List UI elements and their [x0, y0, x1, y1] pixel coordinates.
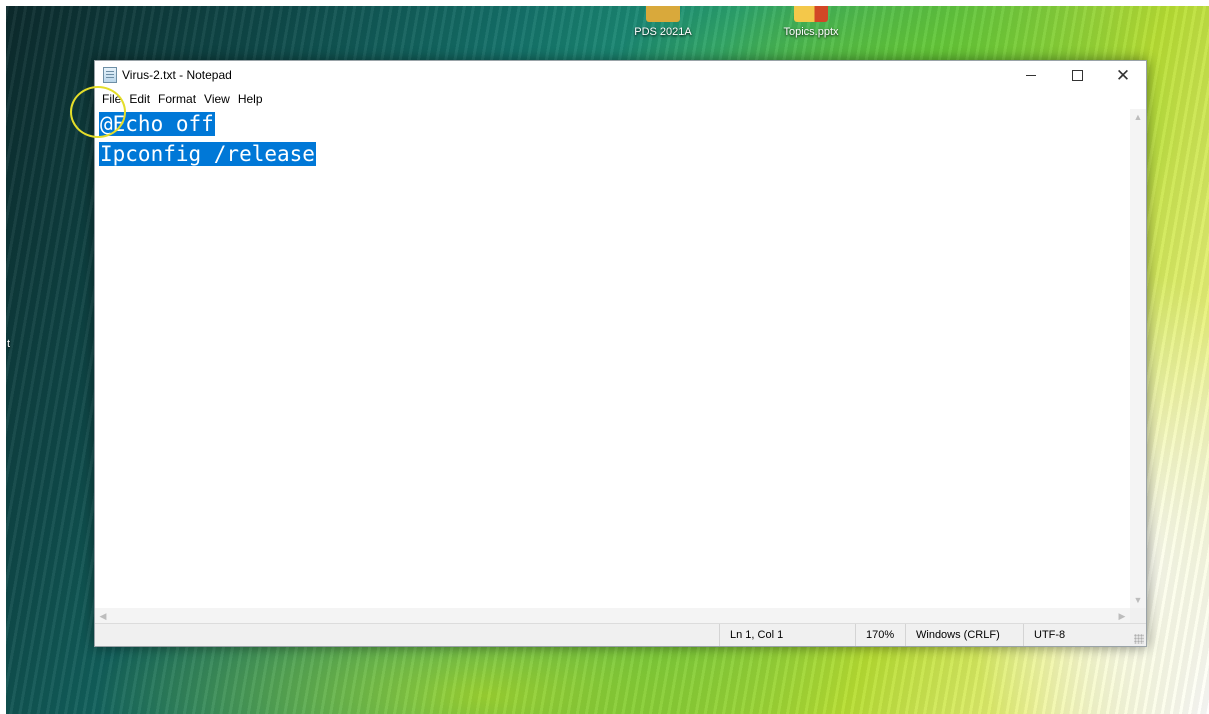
editor-line: Ipconfig /release [95, 139, 1130, 169]
editor-line: @Echo off [95, 109, 1130, 139]
desktop-icon-pds[interactable]: PDS 2021A [618, 6, 708, 38]
maximize-button[interactable] [1054, 61, 1100, 89]
minimize-icon [1026, 74, 1036, 76]
menu-view[interactable]: View [200, 92, 234, 106]
text-editor[interactable]: @Echo off Ipconfig /release [95, 109, 1130, 608]
folder-app-icon [646, 6, 680, 22]
caption-buttons: ✕ [1008, 61, 1146, 89]
selected-text: Ipconfig /release [99, 142, 316, 166]
status-position: Ln 1, Col 1 [719, 624, 851, 646]
scroll-right-icon[interactable]: ▶ [1114, 608, 1130, 624]
notepad-window[interactable]: Virus-2.txt - Notepad ✕ File Edit Format… [94, 60, 1147, 647]
maximize-icon [1071, 69, 1083, 81]
vertical-scrollbar[interactable]: ▲ ▼ [1130, 109, 1146, 608]
desktop-edge-text: t [7, 338, 11, 350]
desktop-icon-label: Topics.pptx [783, 26, 839, 38]
status-zoom: 170% [855, 624, 905, 646]
horizontal-scrollbar[interactable]: ◀ ▶ [95, 608, 1130, 624]
scrollbar-corner [1130, 608, 1146, 624]
resize-grip-icon[interactable] [1134, 634, 1144, 644]
scroll-left-icon[interactable]: ◀ [95, 608, 111, 624]
menu-help[interactable]: Help [234, 92, 267, 106]
cursor-highlight-circle [70, 86, 126, 138]
close-icon: ✕ [1115, 65, 1131, 85]
status-line-ending: Windows (CRLF) [905, 624, 1025, 646]
menu-format[interactable]: Format [154, 92, 200, 106]
title-bar[interactable]: Virus-2.txt - Notepad ✕ [95, 61, 1146, 89]
desktop-icon-label: PDS 2021A [634, 26, 692, 38]
menu-edit[interactable]: Edit [125, 92, 154, 106]
powerpoint-file-icon [794, 6, 828, 22]
status-encoding: UTF-8 [1023, 624, 1123, 646]
close-button[interactable]: ✕ [1100, 61, 1146, 89]
scroll-up-icon[interactable]: ▲ [1130, 109, 1146, 125]
desktop-icon-topics[interactable]: Topics.pptx [766, 6, 856, 38]
notepad-icon [103, 67, 117, 83]
window-title: Virus-2.txt - Notepad [122, 68, 232, 82]
scroll-down-icon[interactable]: ▼ [1130, 592, 1146, 608]
status-bar: Ln 1, Col 1 170% Windows (CRLF) UTF-8 [95, 623, 1146, 646]
minimize-button[interactable] [1008, 61, 1054, 89]
